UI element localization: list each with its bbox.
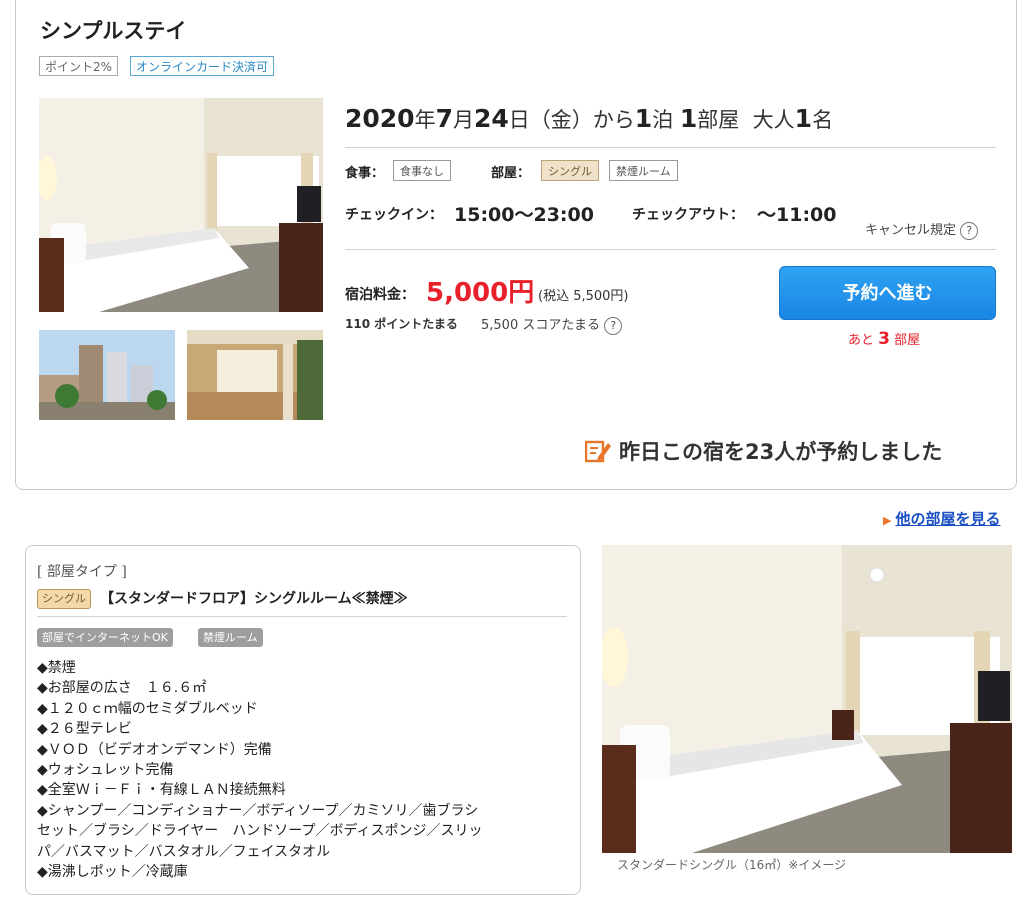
room-description: ◆禁煙 ◆お部屋の広さ １６.６㎡ ◆１２０ｃｍ幅のセミダブルベッド ◆２６型テ… [37, 658, 572, 882]
help-icon[interactable]: ? [960, 221, 979, 240]
description-line: ◆全室Ｗｉ－Ｆｉ・有線ＬＡＮ接続無料 [37, 782, 286, 799]
checkin-label: チェックイン： [345, 207, 443, 223]
room-type-name: 【スタンダードフロア】シングルルーム≪禁煙≫ [100, 591, 408, 607]
triangle-right-icon: ▶ [883, 514, 892, 527]
hotel-exterior-photo[interactable] [39, 330, 175, 420]
room-type-tag: シングル [37, 589, 91, 609]
price-label: 宿泊料金： [345, 287, 415, 303]
non-smoking-chip: 禁煙ルーム [609, 160, 678, 181]
room-photo-large[interactable] [602, 545, 1012, 853]
divider [345, 147, 996, 148]
room-type-heading: [ 部屋タイプ ] [37, 564, 127, 580]
hotel-lobby-photo[interactable] [187, 330, 323, 420]
rooms-left: あと 3 部屋 [848, 329, 921, 349]
cancel-policy-link[interactable]: キャンセル規定 ? [865, 219, 979, 240]
description-line: セット／ブラシ／ドライヤー ハンドソープ／ボディスポンジ／スリッ [37, 823, 483, 840]
checkout-label: チェックアウト： [632, 207, 744, 223]
price-tax-included: (税込 5,500円) [538, 289, 629, 304]
checkout-time: 〜11:00 [757, 204, 837, 226]
description-line: ◆シャンプー／コンディショナー／ボディソープ／カミソリ／歯ブラシ [37, 802, 479, 819]
online-card-tag: オンラインカード決済可 [130, 56, 275, 76]
reserve-button[interactable]: 予約へ進む [779, 266, 996, 320]
booked-yesterday-notice: 昨日この宿を23人が予約しました [584, 436, 942, 468]
internet-chip: 部屋でインターネットOK [37, 628, 173, 647]
points-earned: 110 ポイントたまる [345, 317, 458, 331]
description-line: ◆１２０ｃｍ幅のセミダブルベッド [37, 700, 258, 717]
non-smoking-room-chip: 禁煙ルーム [198, 628, 263, 647]
cancel-policy-label[interactable]: キャンセル規定 [865, 223, 956, 238]
hotel-name[interactable]: シンプルステイ [40, 15, 186, 45]
checkin-time: 15:00〜23:00 [454, 204, 594, 226]
meal-chip: 食事なし [393, 160, 451, 181]
description-line: ◆お部屋の広さ １６.６㎡ [37, 680, 207, 697]
room-photo-main[interactable] [39, 98, 323, 312]
meal-label: 食事： [345, 166, 385, 181]
booking-date-summary: 2020年7月24日（金）から1泊 1部屋 大人1名 [345, 104, 834, 133]
other-rooms-link[interactable]: ▶ 他の部屋を見る [883, 508, 1000, 529]
score-earned: 5,500 スコアたまる ? [481, 314, 623, 335]
divider [345, 249, 996, 250]
description-line: ◆ウォシュレット完備 [37, 762, 174, 779]
description-line: ◆湯沸しポット／冷蔵庫 [37, 864, 188, 881]
room-type-chip: シングル [541, 160, 599, 181]
description-line: ◆２６型テレビ [37, 721, 132, 738]
price-value: 5,000円 [426, 278, 535, 308]
score-label: 5,500 スコアたまる [481, 318, 600, 333]
description-line: ◆ＶＯＤ（ビデオオンデマンド）完備 [37, 741, 272, 758]
reservation-pencil-icon [584, 439, 611, 468]
room-photo-caption: スタンダードシングル（16㎡）※イメージ [617, 858, 847, 872]
room-label: 部屋： [491, 166, 531, 181]
help-icon[interactable]: ? [604, 316, 623, 335]
divider [37, 616, 567, 617]
description-line: ◆禁煙 [37, 660, 76, 676]
description-line: パ／バスマット／バスタオル／フェイスタオル [37, 843, 331, 860]
points-tag: ポイント2% [39, 56, 119, 76]
